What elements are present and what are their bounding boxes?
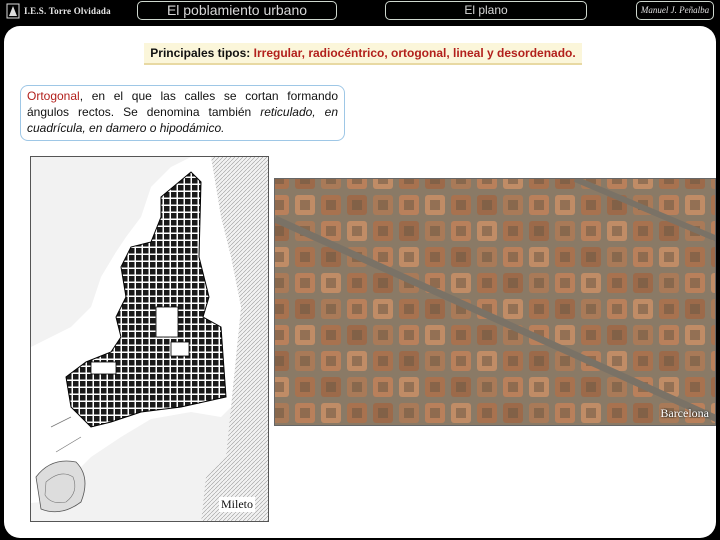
page-title: El poblamiento urbano bbox=[137, 1, 337, 20]
school-name: I.E.S. Torre Olvidada bbox=[24, 6, 111, 16]
plan-types-banner: Principales tipos: Irregular, radiocéntr… bbox=[144, 43, 582, 65]
section-title: El plano bbox=[385, 1, 587, 20]
school-logo-icon bbox=[6, 3, 20, 19]
author-name: Manuel J. Peñalba bbox=[636, 1, 714, 20]
barcelona-caption: Barcelona bbox=[660, 406, 709, 420]
mileto-caption: Mileto bbox=[219, 497, 255, 512]
slide-panel: Principales tipos: Irregular, radiocéntr… bbox=[4, 26, 716, 538]
plan-types-label: Principales tipos: bbox=[150, 46, 251, 60]
definition-term: Ortogonal bbox=[27, 89, 80, 103]
definition-box: Ortogonal, en el que las calles se corta… bbox=[20, 85, 345, 141]
header-bar: I.E.S. Torre Olvidada El poblamiento urb… bbox=[0, 0, 720, 24]
mileto-plan-image: Mileto bbox=[30, 156, 269, 522]
barcelona-aerial-image: Barcelona bbox=[274, 178, 716, 426]
plan-types-list: Irregular, radiocéntrico, ortogonal, lin… bbox=[253, 46, 576, 60]
